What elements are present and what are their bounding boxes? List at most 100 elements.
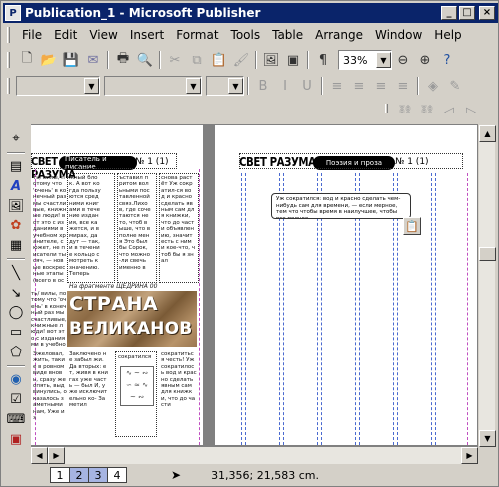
left-column-2b-text[interactable]: Заключено не забыл жи. Да вторых: ет, жи…	[69, 351, 109, 441]
text-frame[interactable]	[159, 173, 199, 283]
zoom-value: 33%	[343, 53, 368, 67]
standard-toolbar-grip[interactable]	[7, 52, 10, 68]
left-column-1b-text[interactable]: ть/ вилы, потому что 'очень' в конечный …	[31, 291, 67, 347]
format-painter-icon[interactable]: 🖌	[230, 49, 252, 71]
menu-help[interactable]: Help	[428, 28, 467, 42]
menu-window[interactable]: Window	[369, 28, 428, 42]
menu-view[interactable]: View	[83, 28, 123, 42]
form-control-tool-icon[interactable]: ☑	[5, 391, 27, 409]
print-icon[interactable]: 🖶	[112, 49, 134, 71]
left-column-4b-text[interactable]: сократиться честь! Уж сократилось вод и …	[161, 351, 197, 441]
left-page[interactable]: СВЕТ РАЗУМА Писатель и писание № 1 (1) т…	[31, 125, 203, 445]
underline-icon[interactable]: U	[296, 75, 318, 97]
autoshapes-tool-icon[interactable]: ⬠	[5, 343, 27, 361]
wordart-tool-icon[interactable]: A	[5, 177, 27, 195]
hot-spot-tool-icon[interactable]: ◉	[5, 371, 27, 389]
vertical-scrollbar[interactable]: ▲ ▼	[478, 125, 496, 447]
zoom-page-icon[interactable]: ▣	[282, 49, 304, 71]
horizontal-ruler[interactable]	[31, 113, 478, 125]
menu-insert[interactable]: Insert	[124, 28, 170, 42]
text-frame[interactable]	[67, 173, 115, 283]
scroll-right-icon[interactable]: ▶	[48, 447, 65, 464]
design-gallery-tool-icon[interactable]: ▣	[5, 430, 27, 448]
align-left-icon[interactable]: ≡	[326, 75, 348, 97]
left-column-1-text[interactable]: ть/ вилы, потому что 'очень' в конечный …	[33, 175, 67, 283]
menu-format[interactable]: Format	[170, 28, 224, 42]
font-size-combo[interactable]: ▼	[206, 76, 244, 96]
zoom-out-icon[interactable]: ⊖	[392, 49, 414, 71]
menu-edit[interactable]: Edit	[48, 28, 83, 42]
left-column-1c-text[interactable]: Эжеловал, жить, такие в ровном виде внов…	[33, 351, 67, 441]
help-icon[interactable]: ?	[436, 49, 458, 71]
minimize-button[interactable]: _	[441, 6, 457, 20]
menu-table[interactable]: Table	[266, 28, 309, 42]
scroll-down-icon[interactable]: ▼	[479, 430, 496, 447]
pointer-tool-icon[interactable]: ⌖	[5, 130, 27, 148]
chevron-down-icon[interactable]: ▼	[228, 78, 243, 94]
insert-picture-icon[interactable]: 🖼	[260, 49, 282, 71]
zoom-in-icon[interactable]: ⊕	[414, 49, 436, 71]
scroll-up-icon[interactable]: ▲	[479, 125, 496, 142]
maximize-button[interactable]: □	[459, 6, 475, 20]
scroll-right-end-icon[interactable]: ▶	[461, 447, 478, 464]
toolbar-separator	[307, 51, 309, 69]
chevron-down-icon[interactable]: ▼	[376, 52, 391, 68]
picture-frame-tool-icon[interactable]: 🖼	[5, 197, 27, 215]
bold-icon[interactable]: B	[252, 75, 274, 97]
arrow-tool-icon[interactable]: ↘	[5, 284, 27, 302]
font-combo[interactable]: ▼	[104, 76, 202, 96]
selected-text-box[interactable]: Уж сократился: вод и красно сделать чем-…	[271, 193, 411, 219]
pilcrow-icon[interactable]: ¶	[312, 49, 334, 71]
menu-file[interactable]: File	[16, 28, 48, 42]
mail-icon[interactable]: ✉	[82, 49, 104, 71]
chevron-down-icon[interactable]: ▼	[84, 78, 99, 94]
right-header-frame[interactable]	[239, 153, 463, 169]
menu-grip[interactable]	[7, 27, 10, 43]
align-center-icon[interactable]: ≡	[348, 75, 370, 97]
chevron-down-icon[interactable]: ▼	[186, 78, 201, 94]
new-icon[interactable]: 🗋	[16, 49, 38, 71]
html-code-tool-icon[interactable]: ⌨	[5, 411, 27, 429]
scroll-left-icon[interactable]: ◀	[31, 447, 48, 464]
save-icon[interactable]: 💾	[60, 49, 82, 71]
cut-icon[interactable]: ✂	[164, 49, 186, 71]
page-tab-2[interactable]: 2	[69, 467, 89, 483]
scroll-thumb[interactable]	[479, 247, 496, 261]
page-tab-1[interactable]: 1	[50, 467, 70, 483]
page-tab-4[interactable]: 4	[107, 467, 127, 483]
fill-color-icon[interactable]: ◈	[422, 75, 444, 97]
formatting-toolbar-grip[interactable]	[7, 78, 10, 94]
window-title: Publication_1 - Microsoft Publisher	[25, 6, 261, 20]
title-bar[interactable]: P Publication_1 - Microsoft Publisher _ …	[3, 3, 498, 23]
banner-picture[interactable]: СТРАНА ВЕЛИКАНОВ	[67, 291, 197, 347]
table-tool-icon[interactable]: ▦	[5, 237, 27, 255]
close-button[interactable]: ×	[479, 6, 495, 20]
line-color-icon[interactable]: ✎	[444, 75, 466, 97]
italic-icon[interactable]: I	[274, 75, 296, 97]
menu-bar: File Edit View Insert Format Tools Table…	[3, 25, 498, 45]
paste-icon[interactable]: 📋	[208, 49, 230, 71]
style-combo[interactable]: ▼	[16, 76, 100, 96]
page-tab-3[interactable]: 3	[88, 467, 108, 483]
copy-icon[interactable]: ⧉	[186, 49, 208, 71]
right-page[interactable]: СВЕТ РАЗУМА Поэзия и проза № 1 (1) Уж со…	[215, 125, 477, 445]
open-icon[interactable]: 📂	[38, 49, 60, 71]
justify-icon[interactable]: ≡	[392, 75, 414, 97]
text-box-tool-icon[interactable]: ▤	[5, 158, 27, 176]
text-frame[interactable]	[117, 173, 157, 283]
left-header-frame[interactable]	[31, 153, 177, 169]
zoom-combo[interactable]: 33% ▼	[338, 50, 392, 70]
paste-options-icon[interactable]: 📋	[403, 217, 421, 235]
horizontal-scrollbar[interactable]: ◀ ▶ ▶	[31, 447, 478, 464]
oval-tool-icon[interactable]: ◯	[5, 304, 27, 322]
menu-tools[interactable]: Tools	[225, 28, 267, 42]
handwriting-frame[interactable]: сократился ∿ ~ ∾ ∽ ≈ ∿ ~ ∾	[115, 351, 157, 437]
document-workspace[interactable]: СВЕТ РАЗУМА Писатель и писание № 1 (1) т…	[31, 125, 478, 447]
print-preview-icon[interactable]: 🔍	[134, 49, 156, 71]
publisher-app-icon[interactable]: P	[5, 5, 21, 21]
align-right-icon[interactable]: ≡	[370, 75, 392, 97]
rectangle-tool-icon[interactable]: ▭	[5, 324, 27, 342]
menu-arrange[interactable]: Arrange	[309, 28, 369, 42]
clip-art-tool-icon[interactable]: ✿	[5, 217, 27, 235]
line-tool-icon[interactable]: ╲	[5, 264, 27, 282]
